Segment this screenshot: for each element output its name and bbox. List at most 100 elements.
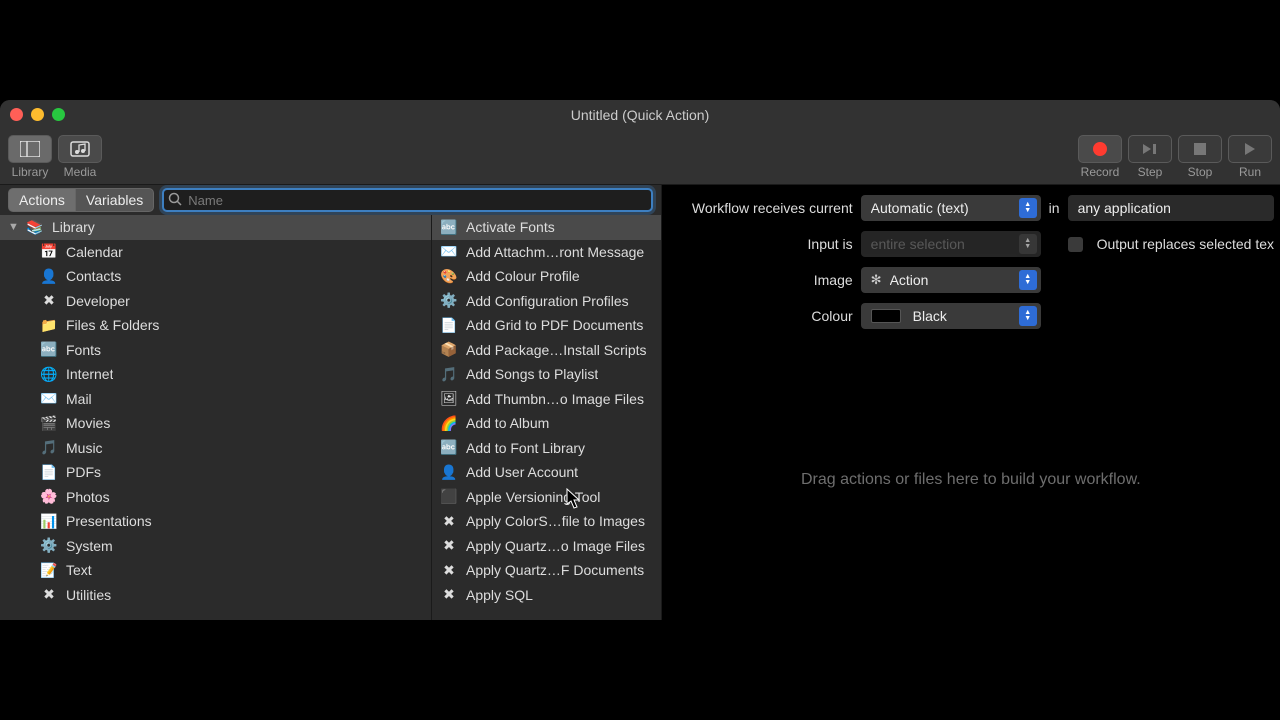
category-item[interactable]: 📁Files & Folders xyxy=(0,313,431,338)
media-label: Media xyxy=(64,165,97,179)
library-toggle-button[interactable] xyxy=(8,135,52,163)
library-pane: Actions Variables ▼📚Library📅Calendar 👤 Con… xyxy=(0,185,662,620)
action-item[interactable]: ✖︎Apply Quartz…F Documents xyxy=(432,558,661,583)
category-label: Developer xyxy=(66,293,130,309)
action-label: Apply Quartz…o Image Files xyxy=(466,538,645,554)
category-icon: 🎬 xyxy=(40,414,58,432)
stop-button[interactable] xyxy=(1178,135,1222,163)
workflow-pane: Workflow receives current Automatic (tex… xyxy=(662,185,1280,620)
disclosure-triangle-icon[interactable]: ▼ xyxy=(8,221,18,233)
output-replaces-row: Output replaces selected tex xyxy=(1068,236,1274,252)
category-icon: ⚙️ xyxy=(40,537,58,555)
action-item[interactable]: 📦 Add Package…Install Scripts xyxy=(432,338,661,363)
action-list[interactable]: 🔤Activate Fonts✉️Add Attachm…ront Messag… xyxy=(432,215,661,620)
action-item[interactable]: 🎵Add Songs to Playlist xyxy=(432,362,661,387)
action-item[interactable]: ✖︎Apply ColorS…file to Images xyxy=(432,509,661,534)
category-label: Files & Folders xyxy=(66,317,159,333)
action-icon: ✖︎ xyxy=(440,512,458,530)
workflow-dropzone[interactable]: Drag actions or files here to build your… xyxy=(662,339,1280,620)
close-window-button[interactable] xyxy=(10,108,23,121)
zoom-window-button[interactable] xyxy=(52,108,65,121)
category-item[interactable]: 📅Calendar xyxy=(0,240,431,265)
category-icon: ✉️ xyxy=(40,390,58,408)
action-label: Add Package…Install Scripts xyxy=(466,342,647,358)
category-label: PDFs xyxy=(66,464,101,480)
category-label: Music xyxy=(66,440,103,456)
action-item[interactable]: ⚙️Add Configuration Profiles xyxy=(432,289,661,314)
category-icon: 🔤 xyxy=(40,341,58,359)
category-item[interactable]: ✖︎ Utilities xyxy=(0,583,431,608)
action-item[interactable]: 👤Add User Account xyxy=(432,460,661,485)
action-label: Apply SQL xyxy=(466,587,533,603)
category-label: Fonts xyxy=(66,342,101,358)
image-popup[interactable]: ✻Action ▲▼ xyxy=(861,267,1041,293)
category-item[interactable]: 🌸Photos xyxy=(0,485,431,510)
chevron-updown-icon: ▲▼ xyxy=(1019,270,1037,290)
category-label: Presentations xyxy=(66,513,152,529)
action-icon: ✖︎ xyxy=(440,537,458,555)
action-label: Add User Account xyxy=(466,464,578,480)
action-icon: 📦 xyxy=(440,341,458,359)
category-item[interactable]: 🎬Movies xyxy=(0,411,431,436)
category-item[interactable]: 🔤 Fonts xyxy=(0,338,431,363)
media-button[interactable] xyxy=(58,135,102,163)
action-item[interactable]: ✉️Add Attachm…ront Message xyxy=(432,240,661,265)
action-item[interactable]: ✖︎ Apply SQL xyxy=(432,583,661,608)
step-button[interactable] xyxy=(1128,135,1172,163)
in-popup[interactable]: any application xyxy=(1068,195,1274,221)
action-item[interactable]: ✖︎ Apply Quartz…o Image Files xyxy=(432,534,661,559)
library-root-item[interactable]: ▼📚Library xyxy=(0,215,431,240)
category-item[interactable]: 📝Text xyxy=(0,558,431,583)
action-item[interactable]: 🌈Add to Album xyxy=(432,411,661,436)
chevron-updown-icon: ▲▼ xyxy=(1019,198,1037,218)
tab-actions[interactable]: Actions xyxy=(8,188,76,212)
category-list[interactable]: ▼📚Library📅Calendar 👤 Contacts ✖︎ Developer 📁F… xyxy=(0,215,432,620)
action-icon: ✖︎ xyxy=(440,586,458,604)
toolbar: Library Media Record Step Stop xyxy=(0,130,1280,185)
action-item[interactable]: 🖼Add Thumbn…o Image Files xyxy=(432,387,661,412)
action-item[interactable]: 🔤Add to Font Library xyxy=(432,436,661,461)
action-label: Apple Versioning Tool xyxy=(466,489,600,505)
category-icon: 📅 xyxy=(40,243,58,261)
category-label: Photos xyxy=(66,489,110,505)
action-icon: 🌈 xyxy=(440,414,458,432)
input-popup[interactable]: entire selection ▲▼ xyxy=(861,231,1041,257)
window-controls xyxy=(10,108,65,121)
action-icon: ✖︎ xyxy=(440,561,458,579)
action-label: Add Colour Profile xyxy=(466,268,580,284)
app-window: Untitled (Quick Action) Library Media Re… xyxy=(0,100,1280,620)
category-item[interactable]: 🎵Music xyxy=(0,436,431,461)
category-icon: 👤 xyxy=(40,267,58,285)
colour-popup[interactable]: Black ▲▼ xyxy=(861,303,1041,329)
category-label: System xyxy=(66,538,113,554)
category-item[interactable]: 📊Presentations xyxy=(0,509,431,534)
category-item[interactable]: ✖︎ Developer xyxy=(0,289,431,314)
category-item[interactable]: ⚙️ System xyxy=(0,534,431,559)
action-item[interactable]: 📄Add Grid to PDF Documents xyxy=(432,313,661,338)
record-button[interactable] xyxy=(1078,135,1122,163)
search-input[interactable] xyxy=(162,188,652,212)
action-label: Add Songs to Playlist xyxy=(466,366,598,382)
category-icon: ✖︎ xyxy=(40,586,58,604)
output-replaces-checkbox[interactable] xyxy=(1068,237,1083,252)
action-item[interactable]: ⬛Apple Versioning Tool xyxy=(432,485,661,510)
run-button[interactable] xyxy=(1228,135,1272,163)
category-icon: ✖︎ xyxy=(40,292,58,310)
in-label: in xyxy=(1049,200,1060,216)
record-label: Record xyxy=(1081,165,1120,179)
category-item[interactable]: 👤 Contacts xyxy=(0,264,431,289)
category-label: Mail xyxy=(66,391,92,407)
receives-popup[interactable]: Automatic (text) ▲▼ xyxy=(861,195,1041,221)
tab-variables[interactable]: Variables xyxy=(76,188,154,212)
category-item[interactable]: 📄PDFs xyxy=(0,460,431,485)
category-item[interactable]: 🌐Internet xyxy=(0,362,431,387)
category-label: Utilities xyxy=(66,587,111,603)
category-label: Internet xyxy=(66,366,113,382)
action-item[interactable]: 🔤Activate Fonts xyxy=(432,215,661,240)
category-label: Contacts xyxy=(66,268,121,284)
minimize-window-button[interactable] xyxy=(31,108,44,121)
action-label: Add Configuration Profiles xyxy=(466,293,629,309)
action-label: Add Grid to PDF Documents xyxy=(466,317,643,333)
action-item[interactable]: 🎨Add Colour Profile xyxy=(432,264,661,289)
category-item[interactable]: ✉️ Mail xyxy=(0,387,431,412)
